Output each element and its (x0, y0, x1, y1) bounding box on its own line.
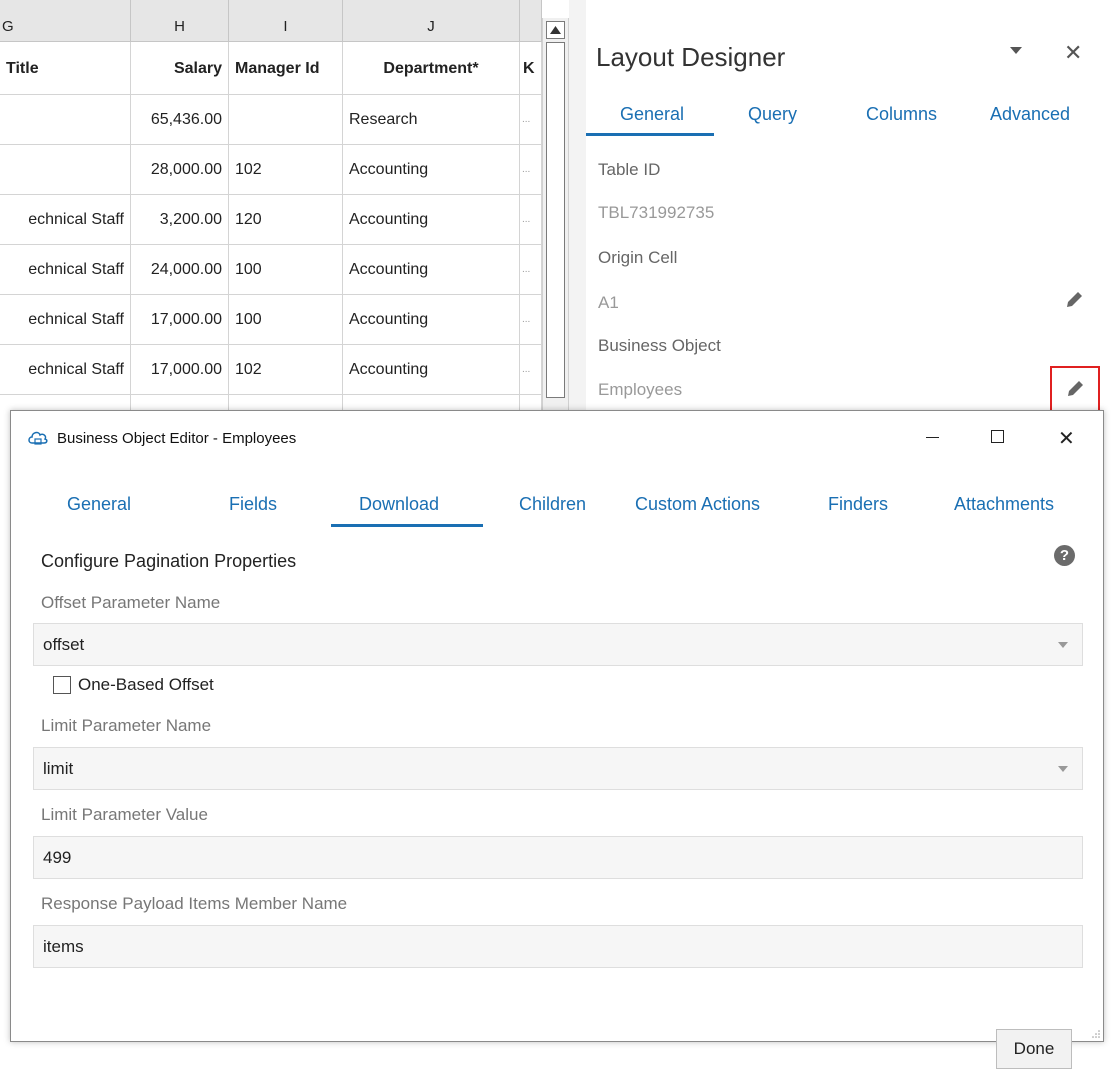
tab-children[interactable]: Children (519, 494, 586, 515)
cell-manager-id[interactable]: 100 (229, 245, 343, 295)
cell-k[interactable]: ... (520, 145, 542, 195)
minimize-icon[interactable] (926, 437, 939, 438)
chevron-down-icon (1058, 642, 1068, 648)
close-icon[interactable]: ✕ (1064, 40, 1082, 66)
resize-grip-icon[interactable] (1090, 1028, 1100, 1038)
chevron-down-icon (1058, 766, 1068, 772)
chevron-down-icon[interactable] (1010, 44, 1022, 56)
limit-parameter-value: 499 (43, 848, 72, 867)
cell-manager-id[interactable] (229, 95, 343, 145)
limit-parameter-value-label: Limit Parameter Value (41, 805, 208, 824)
tab-download[interactable]: Download (359, 494, 439, 515)
cell-title[interactable]: echnical Staff (0, 345, 131, 395)
column-header-k[interactable] (520, 0, 542, 42)
cell-department[interactable]: Accounting (343, 295, 520, 345)
cell-k[interactable]: ... (520, 95, 542, 145)
limit-parameter-value-input[interactable]: 499 (33, 836, 1083, 879)
limit-parameter-name-dropdown[interactable]: limit (33, 747, 1083, 790)
cell-salary[interactable]: 28,000.00 (131, 145, 229, 195)
cloud-icon (28, 431, 48, 445)
cell-manager-id[interactable]: 102 (229, 145, 343, 195)
layout-designer-pane: Layout Designer ✕ General Query Columns … (586, 0, 1111, 420)
section-title: Configure Pagination Properties (41, 551, 297, 571)
table-id-value: TBL731992735 (598, 203, 715, 222)
table-id-label: Table ID (598, 160, 661, 179)
business-object-value: Employees (598, 380, 683, 399)
edit-origin-cell-pencil-icon[interactable] (1064, 290, 1084, 310)
active-tab-indicator (586, 133, 714, 136)
cell-k[interactable]: ... (520, 245, 542, 295)
tab-finders[interactable]: Finders (828, 494, 888, 515)
limit-parameter-name-value: limit (43, 759, 74, 778)
cell-department[interactable]: Accounting (343, 195, 520, 245)
origin-cell-label: Origin Cell (598, 248, 678, 267)
tab-columns[interactable]: Columns (866, 104, 937, 125)
cell-title[interactable]: echnical Staff (0, 195, 131, 245)
items-member-name-value: items (43, 937, 84, 956)
origin-cell-value: A1 (598, 293, 619, 312)
tab-attachments[interactable]: Attachments (954, 494, 1054, 515)
cell-title[interactable] (0, 95, 131, 145)
cell-title[interactable]: echnical Staff (0, 245, 131, 295)
cell-salary[interactable]: 17,000.00 (131, 295, 229, 345)
pane-title: Layout Designer (596, 42, 786, 72)
help-icon[interactable]: ? (1054, 545, 1075, 566)
business-object-editor-dialog: Business Object Editor - Employees ✕ Gen… (10, 410, 1104, 1069)
tab-general[interactable]: General (620, 104, 684, 125)
offset-parameter-label: Offset Parameter Name (41, 593, 221, 612)
cell-salary[interactable]: 65,436.00 (131, 95, 229, 145)
close-icon[interactable]: ✕ (1058, 426, 1075, 451)
cell-salary[interactable]: 17,000.00 (131, 345, 229, 395)
header-cell-department[interactable]: Department* (343, 42, 520, 95)
dialog-title: Business Object Editor - Employees (57, 430, 297, 447)
column-header-h[interactable]: H (131, 0, 229, 42)
cell-title[interactable]: echnical Staff (0, 295, 131, 345)
column-header-g[interactable]: G (0, 0, 131, 42)
done-button[interactable]: Done (996, 1029, 1072, 1069)
header-cell-k[interactable]: K (520, 42, 542, 95)
scroll-up-button[interactable] (546, 21, 565, 39)
tab-fields[interactable]: Fields (229, 494, 277, 515)
cell-department[interactable]: Accounting (343, 245, 520, 295)
dialog-titlebar[interactable]: Business Object Editor - Employees ✕ (11, 411, 1103, 466)
cell-manager-id[interactable]: 120 (229, 195, 343, 245)
tab-query[interactable]: Query (748, 104, 797, 125)
tab-general[interactable]: General (67, 494, 131, 515)
tab-advanced[interactable]: Advanced (990, 104, 1070, 125)
offset-parameter-value: offset (43, 635, 85, 654)
cell-k[interactable]: ... (520, 195, 542, 245)
column-header-i[interactable]: I (229, 0, 343, 42)
vertical-scrollbar[interactable] (542, 18, 569, 420)
cell-department[interactable]: Research (343, 95, 520, 145)
scrollbar-thumb[interactable] (546, 42, 565, 398)
one-based-offset-checkbox[interactable] (53, 676, 71, 694)
active-tab-indicator (331, 524, 483, 527)
cell-department[interactable]: Accounting (343, 345, 520, 395)
cell-salary[interactable]: 24,000.00 (131, 245, 229, 295)
cell-manager-id[interactable]: 102 (229, 345, 343, 395)
offset-parameter-dropdown[interactable]: offset (33, 623, 1083, 666)
maximize-icon[interactable] (991, 430, 1004, 443)
cell-k[interactable]: ... (520, 295, 542, 345)
items-member-name-label: Response Payload Items Member Name (41, 894, 348, 913)
edit-business-object-button[interactable] (1050, 366, 1100, 412)
cell-k[interactable]: ... (520, 345, 542, 395)
column-header-j[interactable]: J (343, 0, 520, 42)
cell-title[interactable] (0, 145, 131, 195)
tab-custom-actions[interactable]: Custom Actions (635, 494, 760, 515)
cell-salary[interactable]: 3,200.00 (131, 195, 229, 245)
items-member-name-input[interactable]: items (33, 925, 1083, 968)
header-cell-salary[interactable]: Salary (131, 42, 229, 95)
one-based-offset-label[interactable]: One-Based Offset (78, 675, 214, 695)
cell-manager-id[interactable]: 100 (229, 295, 343, 345)
cell-department[interactable]: Accounting (343, 145, 520, 195)
business-object-label: Business Object (598, 336, 721, 355)
limit-parameter-name-label: Limit Parameter Name (41, 716, 212, 735)
pencil-icon (1068, 381, 1083, 396)
spreadsheet: G H I J Title Salary Manager Id Departme… (0, 0, 542, 420)
header-cell-manager-id[interactable]: Manager Id (229, 42, 343, 95)
arrow-up-icon (550, 26, 561, 34)
header-cell-title[interactable]: Title (0, 42, 131, 95)
